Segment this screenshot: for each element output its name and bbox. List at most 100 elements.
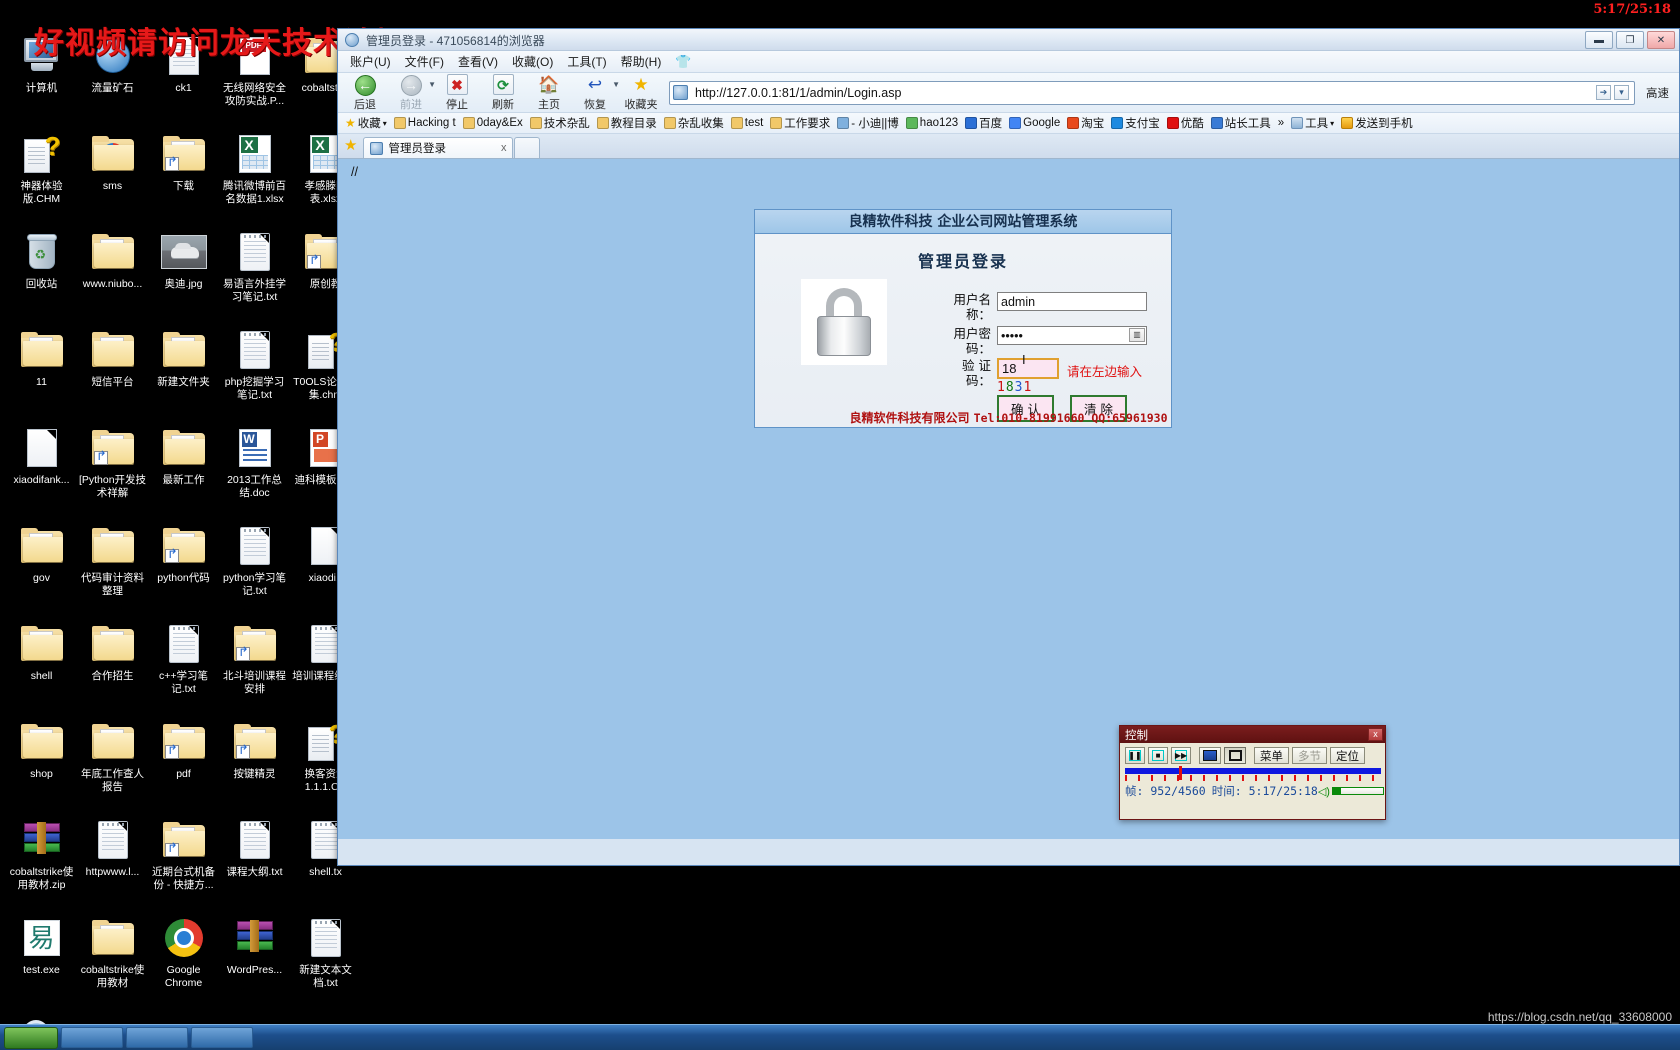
bookmark-item[interactable]: 0day&Ex <box>460 116 526 130</box>
shirt-icon[interactable]: 👕 <box>675 54 691 70</box>
desktop-icon[interactable]: 短信平台 <box>77 322 148 418</box>
desktop-icon[interactable]: 课程大纲.txt <box>219 812 290 908</box>
undo-button[interactable]: ↩ 恢复 ▼ <box>572 74 620 112</box>
start-button[interactable] <box>4 1026 58 1049</box>
desktop-icon[interactable]: 易 test.exe <box>6 910 77 1006</box>
address-bar[interactable]: ➔ ▾ <box>669 80 1635 105</box>
desktop-icon[interactable]: httpwww.l... <box>77 812 148 908</box>
desktop-icon[interactable]: 代码审计资料整理 <box>77 518 148 614</box>
desktop-icon[interactable]: shop <box>6 714 77 810</box>
tab-close-icon[interactable]: x <box>501 142 507 154</box>
captcha-input[interactable] <box>997 358 1059 379</box>
desktop-icon[interactable]: c++学习笔记.txt <box>148 616 219 712</box>
seek-bar[interactable] <box>1125 766 1381 782</box>
bookmark-item[interactable]: Hacking t <box>391 116 459 130</box>
desktop-icon[interactable]: cobaltstrike使用教材.zip <box>6 812 77 908</box>
desktop-icon[interactable]: python代码 <box>148 518 219 614</box>
desktop-icon[interactable]: python学习笔记.txt <box>219 518 290 614</box>
desktop-icon[interactable]: 年底工作查人报告 <box>77 714 148 810</box>
desktop-icon[interactable]: 奥迪.jpg <box>148 224 219 320</box>
stop-button[interactable]: ✖ 停止 <box>434 73 480 112</box>
control-close-button[interactable]: x <box>1368 728 1383 741</box>
bookmark-item[interactable]: 杂乱收集 <box>661 114 727 132</box>
menu-item-favorites[interactable]: 收藏(O) <box>506 51 559 72</box>
home-button[interactable]: 🏠 主页 <box>526 74 572 112</box>
bookmark-item[interactable]: 淘宝 <box>1064 114 1107 132</box>
go-icon[interactable]: ➔ <box>1596 85 1611 100</box>
desktop-icon[interactable]: www.niubo... <box>77 224 148 320</box>
bookmark-item[interactable]: 技术杂乱 <box>527 114 593 132</box>
tab-admin-login[interactable]: 管理员登录 x <box>363 137 514 158</box>
desktop-icon[interactable]: 按键精灵 <box>219 714 290 810</box>
desktop-icon[interactable]: xiaodifank... <box>6 420 77 516</box>
maximize-button[interactable]: ❐ <box>1616 31 1644 49</box>
bookmark-root-favorites[interactable]: ★ 收藏 ▾ <box>342 114 390 132</box>
stop-button[interactable]: ■ <box>1148 747 1168 764</box>
close-button[interactable]: ✕ <box>1647 31 1675 49</box>
desktop-icon[interactable]: 11 <box>6 322 77 418</box>
back-button[interactable]: ← 后退 <box>342 74 388 112</box>
bookmark-item[interactable]: 工作要求 <box>767 114 833 132</box>
desktop-icon[interactable]: 新建文件夹 <box>148 322 219 418</box>
desktop-icon[interactable]: 新建文本文档.txt <box>290 910 361 1006</box>
bookmark-item[interactable]: 优酷 <box>1164 114 1207 132</box>
desktop-icon[interactable]: pdf <box>148 714 219 810</box>
bookmark-item[interactable]: 支付宝 <box>1108 114 1163 132</box>
capture-button[interactable] <box>1199 747 1221 764</box>
desktop-icon[interactable]: gov <box>6 518 77 614</box>
desktop-icon[interactable]: W 2013工作总结.doc <box>219 420 290 516</box>
bookmarks-overflow-button[interactable]: » <box>1275 116 1287 130</box>
hispeed-mode-label[interactable]: 高速 <box>1640 85 1675 101</box>
taskbar-item-1[interactable] <box>61 1027 123 1048</box>
desktop-icon[interactable]: 最新工作 <box>148 420 219 516</box>
desktop-icon[interactable]: sms <box>77 126 148 222</box>
desktop-icon[interactable]: 易语言外挂学习笔记.txt <box>219 224 290 320</box>
volume-control[interactable]: ◁) <box>1318 785 1384 798</box>
menu-item-view[interactable]: 查看(V) <box>452 51 504 72</box>
menu-item-account[interactable]: 账户(U) <box>344 51 397 72</box>
volume-slider[interactable] <box>1331 787 1384 795</box>
menu-item-file[interactable]: 文件(F) <box>399 51 450 72</box>
menu-item-tools[interactable]: 工具(T) <box>561 51 612 72</box>
menu-button[interactable]: 菜单 <box>1254 747 1289 764</box>
favorites-button[interactable]: ★ 收藏夹 <box>618 74 664 112</box>
tab-favorite-star-icon[interactable]: ★ <box>342 136 362 158</box>
desktop-icon[interactable]: [Python开发技术祥解 <box>77 420 148 516</box>
bookmark-item[interactable]: 教程目录 <box>594 114 660 132</box>
password-input[interactable] <box>997 326 1147 345</box>
minimize-button[interactable]: ▬ <box>1585 31 1613 49</box>
taskbar-item-3[interactable] <box>191 1027 253 1048</box>
desktop-icon[interactable]: 下载 <box>148 126 219 222</box>
tools-dropdown-icon[interactable]: ▾ <box>1330 119 1334 128</box>
tab-new[interactable] <box>514 137 541 158</box>
desktop-icon[interactable]: ♻ 回收站 <box>6 224 77 320</box>
username-input[interactable] <box>997 292 1147 311</box>
desktop-icon[interactable]: ? 神器体验版.CHM <box>6 126 77 222</box>
desktop-icon[interactable]: X 腾讯微博前百名数据1.xlsx <box>219 126 290 222</box>
bookmark-item[interactable]: 站长工具 <box>1208 114 1274 132</box>
bookmark-item[interactable]: test <box>728 116 767 130</box>
desktop-icon[interactable]: 合作招生 <box>77 616 148 712</box>
forward-button[interactable]: → 前进 ▼ <box>388 74 436 112</box>
desktop-icon[interactable]: shell <box>6 616 77 712</box>
desktop-icon[interactable]: 近期台式机备份 - 快捷方... <box>148 812 219 908</box>
desktop-icon[interactable]: cobaltstrike使用教材 <box>77 910 148 1006</box>
dropdown-icon[interactable]: ▾ <box>1614 85 1629 100</box>
bookmarks-dropdown-icon[interactable]: ▾ <box>383 119 387 128</box>
taskbar-item-2[interactable] <box>126 1027 188 1048</box>
desktop-icon[interactable]: Google Chrome <box>148 910 219 1006</box>
desktop-icon[interactable]: 北斗培训课程安排 <box>219 616 290 712</box>
bookmark-item[interactable]: Google <box>1006 116 1063 130</box>
fullscreen-button[interactable] <box>1224 747 1246 764</box>
bookmark-item[interactable]: - 小迪||博 <box>834 114 902 132</box>
url-input[interactable] <box>693 84 1596 101</box>
desktop-icon[interactable]: php挖掘学习笔记.txt <box>219 322 290 418</box>
toolbar-tools-button[interactable]: 工具 ▾ <box>1288 114 1337 132</box>
bookmark-item[interactable]: 百度 <box>962 114 1005 132</box>
fast-forward-button[interactable]: ▶▶ <box>1171 747 1191 764</box>
send-to-phone-button[interactable]: 发送到手机 <box>1338 114 1416 132</box>
seek-handle[interactable] <box>1178 766 1182 780</box>
menu-item-help[interactable]: 帮助(H) <box>615 51 668 72</box>
password-reveal-icon[interactable]: ▥ <box>1129 328 1145 342</box>
locate-button[interactable]: 定位 <box>1330 747 1365 764</box>
